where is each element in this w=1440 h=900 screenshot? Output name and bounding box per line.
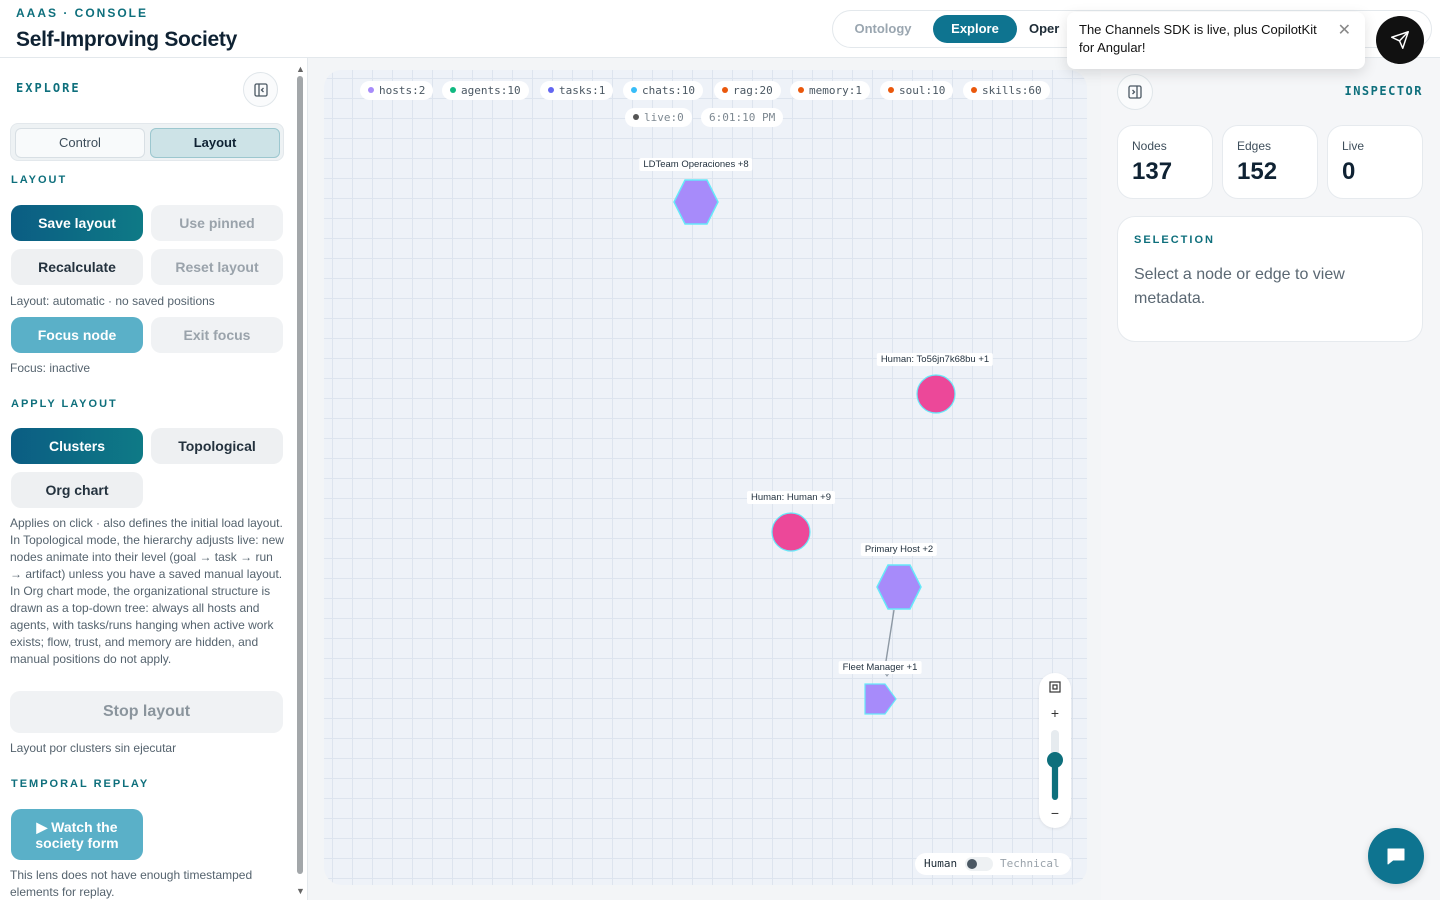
- lens-human-label: Human: [924, 857, 958, 870]
- page-title: Self-Improving Society: [16, 28, 237, 51]
- layout-heading: LAYOUT: [11, 174, 68, 186]
- replay-note: This lens does not have enough timestamp…: [10, 868, 253, 899]
- stat-card-live: Live 0: [1327, 125, 1423, 199]
- scroll-down-icon[interactable]: ▼: [296, 886, 305, 896]
- stat-label: Edges: [1237, 139, 1272, 153]
- stat-value: 152: [1237, 158, 1278, 185]
- layout-status: Layout: automatic · no saved positions: [10, 294, 215, 308]
- topological-button[interactable]: Topological: [151, 428, 283, 464]
- chat-launcher-button[interactable]: [1368, 828, 1424, 884]
- panel-scrollbar[interactable]: ▲ ▼: [296, 64, 305, 896]
- stat-card-nodes: Nodes 137: [1117, 125, 1213, 199]
- stat-label: Live: [1342, 139, 1365, 153]
- focus-node-button[interactable]: Focus node: [11, 317, 143, 353]
- graph-edge[interactable]: [885, 609, 895, 662]
- node-label: Human: To56jn7k68bu +1: [876, 353, 994, 366]
- node-label: LDTeam Operaciones +8: [639, 158, 753, 171]
- selection-card: SELECTION Select a node or edge to view …: [1117, 216, 1423, 342]
- tab-ontology[interactable]: Ontology: [841, 15, 925, 43]
- panel-title: EXPLORE: [16, 81, 81, 95]
- temporal-replay-heading: TEMPORAL REPLAY: [11, 778, 150, 790]
- copilot-launcher-button[interactable]: [1376, 16, 1424, 64]
- scrollbar-thumb[interactable]: [297, 76, 303, 874]
- selection-heading: SELECTION: [1134, 234, 1215, 246]
- chat-bubble-icon: [1387, 848, 1405, 865]
- node-human-to56jn[interactable]: [915, 373, 957, 415]
- use-pinned-button[interactable]: Use pinned: [151, 205, 283, 241]
- selection-placeholder: Select a node or edge to view metadata.: [1134, 266, 1345, 307]
- zoom-slider-handle[interactable]: [1047, 752, 1063, 768]
- inspector-toggle-button[interactable]: [1117, 74, 1153, 110]
- inspector-panel: INSPECTOR Nodes 137 Edges 152 Live 0 SEL…: [1101, 58, 1440, 900]
- node-primary-host[interactable]: [876, 563, 922, 611]
- toast-message: The Channels SDK is live, plus CopilotKi…: [1079, 22, 1317, 55]
- lens-switch[interactable]: [965, 857, 993, 871]
- stat-value: 0: [1342, 158, 1356, 185]
- segment-layout[interactable]: Layout: [150, 128, 280, 158]
- tab-explore[interactable]: Explore: [933, 15, 1017, 43]
- save-layout-button[interactable]: Save layout: [11, 205, 143, 241]
- focus-status: Focus: inactive: [10, 361, 91, 375]
- recalculate-button[interactable]: Recalculate: [11, 249, 143, 285]
- console-eyebrow: AAAS · CONSOLE: [16, 6, 149, 20]
- panel-segment-control: Control Layout: [10, 123, 284, 161]
- clusters-button[interactable]: Clusters: [11, 428, 143, 464]
- panel-expand-icon: [1128, 85, 1142, 99]
- close-icon[interactable]: ✕: [1338, 22, 1351, 40]
- zoom-controls: + −: [1039, 673, 1071, 828]
- zoom-in-button[interactable]: +: [1039, 705, 1071, 721]
- graph-canvas[interactable]: hosts:2 agents:10 tasks:1 chats:10 rag:2…: [324, 70, 1087, 885]
- node-label: Fleet Manager +1: [838, 661, 922, 674]
- node-ldteam-operaciones[interactable]: [673, 178, 719, 226]
- reset-layout-button[interactable]: Reset layout: [151, 249, 283, 285]
- lens-technical-label: Technical: [1000, 857, 1060, 870]
- node-fleet-manager[interactable]: [863, 682, 899, 716]
- exit-focus-button[interactable]: Exit focus: [151, 317, 283, 353]
- segment-control[interactable]: Control: [15, 128, 145, 158]
- stat-card-edges: Edges 152: [1222, 125, 1318, 199]
- scroll-up-icon[interactable]: ▲: [296, 64, 305, 74]
- lens-switch-knob: [967, 859, 977, 869]
- stat-label: Nodes: [1132, 139, 1167, 153]
- node-human-human[interactable]: [770, 511, 812, 553]
- node-label: Human: Human +9: [747, 491, 835, 504]
- fit-view-icon[interactable]: [1039, 680, 1071, 696]
- stat-value: 137: [1132, 158, 1173, 185]
- apply-layout-description: Applies on click · also defines the init…: [10, 516, 284, 666]
- org-chart-button[interactable]: Org chart: [11, 472, 143, 508]
- collapse-panel-button[interactable]: [243, 72, 278, 107]
- announcement-toast: The Channels SDK is live, plus CopilotKi…: [1067, 12, 1365, 69]
- lens-toggle[interactable]: Human Technical: [915, 853, 1071, 875]
- node-label: Primary Host +2: [860, 543, 938, 556]
- zoom-slider[interactable]: [1047, 730, 1063, 800]
- cluster-layout-status: Layout por clusters sin ejecutar: [10, 741, 177, 755]
- paper-plane-icon: [1391, 31, 1409, 49]
- zoom-out-button[interactable]: −: [1039, 805, 1071, 821]
- stop-layout-button[interactable]: Stop layout: [10, 691, 283, 733]
- watch-replay-button[interactable]: ▶ Watch the society form: [11, 809, 143, 860]
- inspector-title: INSPECTOR: [1344, 84, 1423, 98]
- explore-panel: EXPLORE Control Layout LAYOUT Save layou…: [0, 58, 308, 900]
- apply-layout-heading: APPLY LAYOUT: [11, 398, 118, 410]
- panel-collapse-icon: [253, 82, 268, 97]
